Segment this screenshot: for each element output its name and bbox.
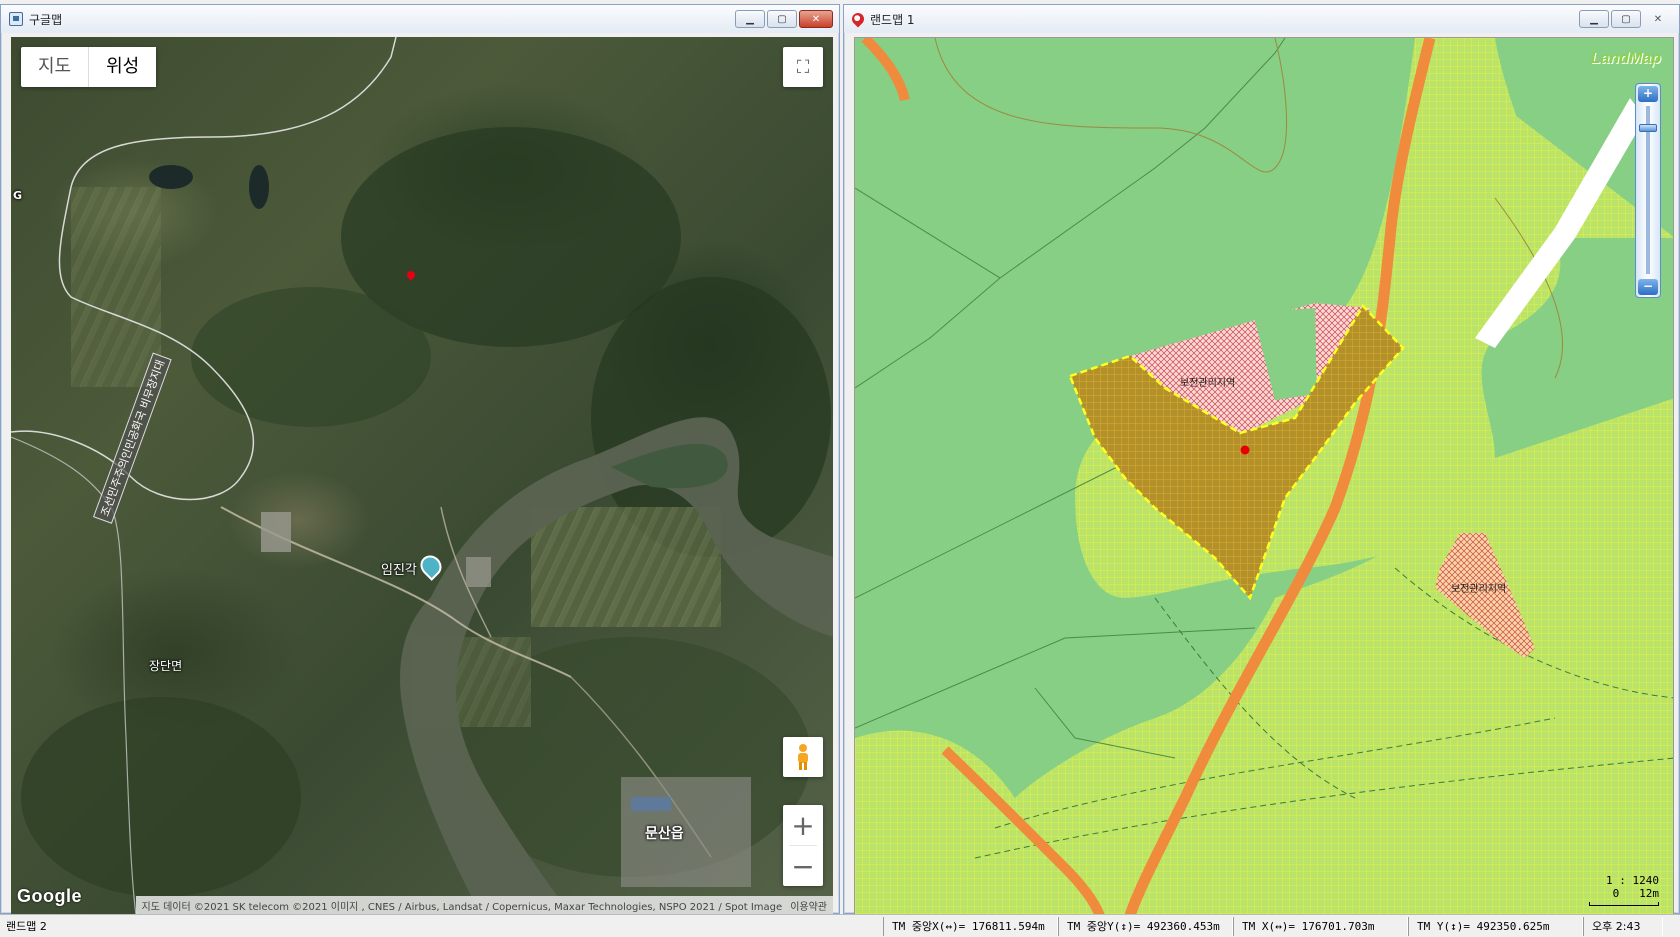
minimize-button[interactable]: ▁ — [1579, 10, 1609, 28]
maximize-button[interactable]: ▢ — [767, 10, 797, 28]
zone-label-lower: 보전관리지역 — [1451, 584, 1507, 595]
zoom-thumb[interactable] — [1639, 124, 1657, 132]
google-map-window[interactable]: 구글맵 ▁ ▢ ✕ 지도 위성 ⛶ G 조선민주주의인민공화국 비무장지대 임진… — [0, 4, 840, 915]
zoom-in-button[interactable]: + — [783, 805, 823, 845]
google-window-titlebar[interactable]: 구글맵 ▁ ▢ ✕ — [1, 5, 839, 33]
landmap-zoom-out-button[interactable]: − — [1638, 279, 1658, 295]
close-button[interactable]: ✕ — [799, 10, 833, 28]
maximize-button[interactable]: ▢ — [1611, 10, 1641, 28]
munsan-label: 문산읍 — [645, 826, 684, 842]
tm-y: TM Y(↕)= 492350.625m — [1408, 916, 1583, 936]
tm-x: TM X(↔)= 176701.703m — [1233, 916, 1408, 936]
satellite-terrain — [11, 37, 833, 915]
jangdan-label: 장단면 — [149, 659, 183, 673]
landmap-window[interactable]: 랜드맵 1 ▁ ▢ ✕ 보전관리지역 보전관리지역 LandMap + − 1 … — [843, 4, 1680, 915]
zoom-out-button[interactable]: − — [783, 846, 823, 886]
status-time: 오후 2:43 — [1583, 916, 1663, 936]
status-main-text: 랜드맵 2 — [6, 920, 47, 933]
fullscreen-button[interactable]: ⛶ — [783, 47, 823, 87]
landmap-canvas[interactable]: 보전관리지역 보전관리지역 LandMap + − 1 : 1240 0 12m — [854, 37, 1674, 915]
landmap-zoom-in-button[interactable]: + — [1638, 86, 1658, 102]
google-logo: Google — [17, 886, 82, 906]
fullscreen-icon: ⛶ — [796, 56, 810, 78]
satellite-type-button[interactable]: 위성 — [88, 47, 157, 87]
imjingak-label[interactable]: 임진각 — [381, 559, 417, 578]
status-bar: 랜드맵 2 TM 중앙X(↔)= 176811.594m TM 중앙Y(↕)= … — [0, 914, 1680, 937]
land-zoning-map — [855, 38, 1673, 914]
window-app-icon — [9, 12, 23, 26]
landmap-logo: LandMap — [1590, 50, 1661, 67]
map-scale: 1 : 1240 0 12m — [1589, 874, 1659, 906]
landmap-app-icon — [849, 10, 867, 28]
attribution-text: 지도 데이터 ©2021 SK telecom ©2021 이미지 , CNES… — [141, 902, 783, 913]
map-type-button[interactable]: 지도 — [21, 47, 88, 87]
landmap-window-title: 랜드맵 1 — [870, 12, 915, 27]
street-view-pegman[interactable] — [783, 737, 823, 777]
tm-center-y: TM 중앙Y(↕)= 492360.453m — [1058, 916, 1233, 936]
close-button[interactable]: ✕ — [1643, 10, 1673, 28]
scale-bar — [1589, 902, 1659, 906]
map-zoom-control[interactable]: + − — [783, 805, 823, 886]
tm-center-x: TM 중앙X(↔)= 176811.594m — [883, 916, 1058, 936]
google-window-title: 구글맵 — [29, 12, 63, 27]
scale-bar-label: 0 12m — [1612, 887, 1659, 900]
terms-link[interactable]: 이용약관 — [790, 898, 827, 913]
minimize-button[interactable]: ▁ — [735, 10, 765, 28]
map-g-mark: G — [13, 189, 23, 202]
scale-ratio: 1 : 1240 — [1606, 874, 1659, 887]
map-attribution: 지도 데이터 ©2021 SK telecom ©2021 이미지 , CNES… — [135, 896, 833, 915]
landmap-window-titlebar[interactable]: 랜드맵 1 ▁ ▢ ✕ — [844, 5, 1679, 33]
map-type-toggle[interactable]: 지도 위성 — [21, 47, 157, 87]
pegman-icon — [798, 744, 808, 770]
zone-label-upper: 보전관리지역 — [1180, 378, 1236, 389]
satellite-map[interactable]: 지도 위성 ⛶ G 조선민주주의인민공화국 비무장지대 임진각 장단면 문산읍 … — [11, 37, 833, 915]
landmap-zoom-slider[interactable]: + − — [1635, 83, 1661, 298]
